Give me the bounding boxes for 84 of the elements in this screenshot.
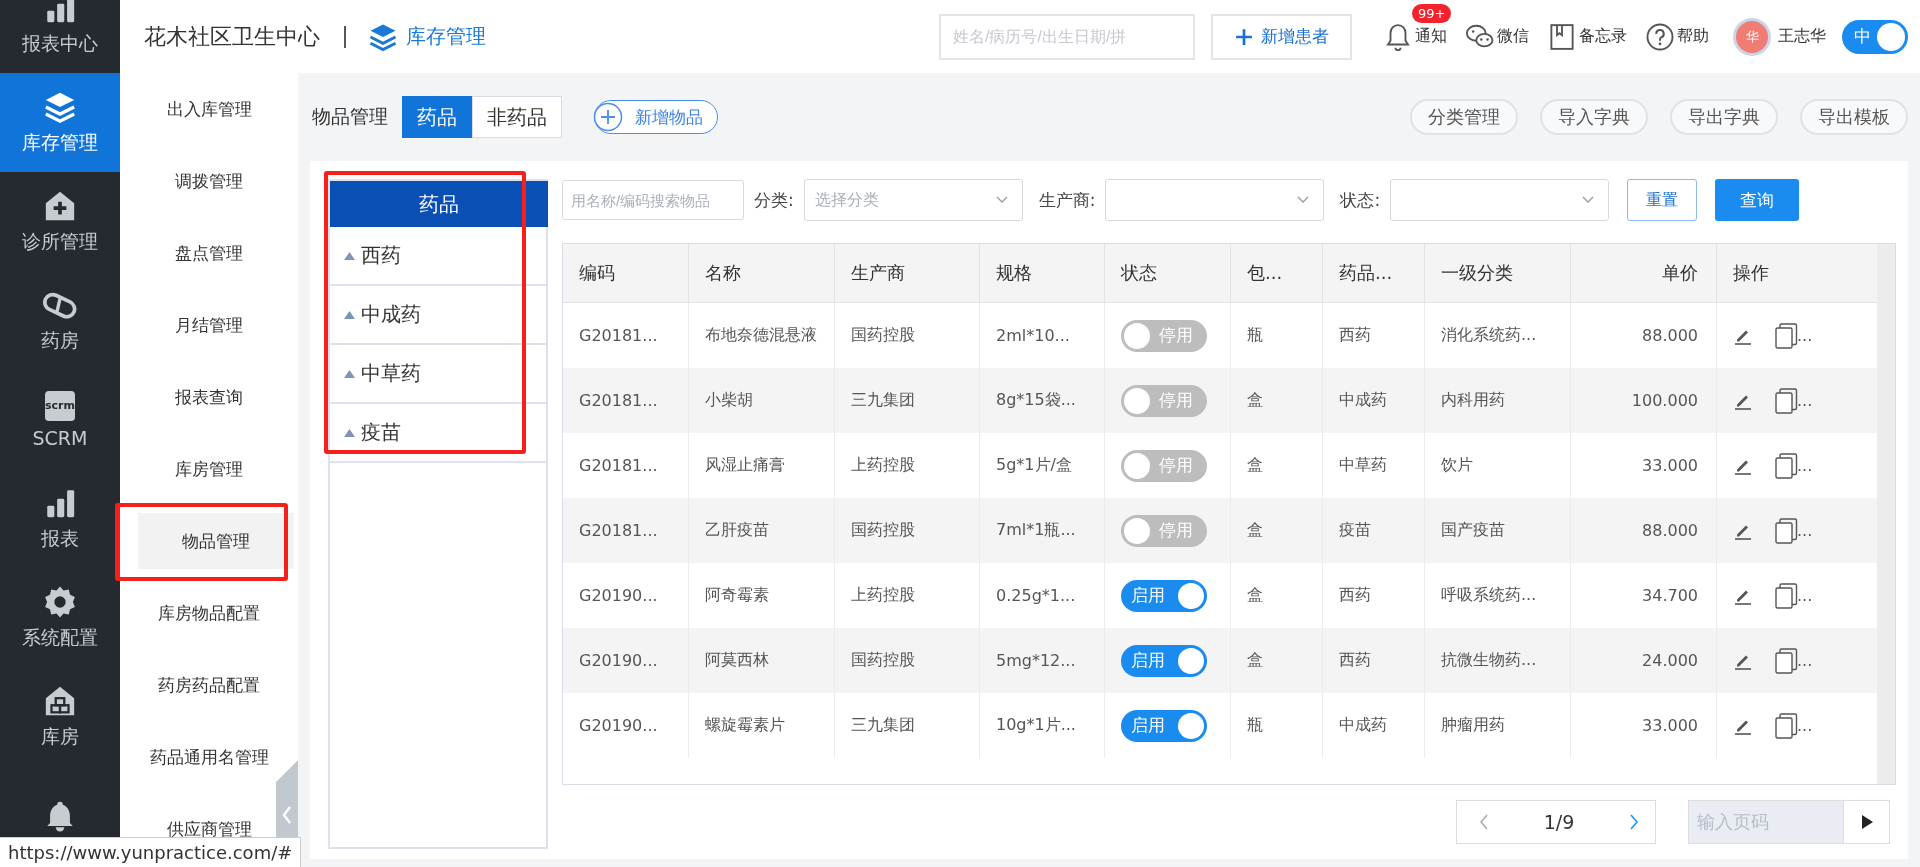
column-header: 药品... [1323,244,1425,303]
table-cell: 呼吸系统药... [1441,585,1537,606]
table-cell: G20190... [579,716,658,735]
table-cell: 瓶 [1247,325,1263,346]
table-cell: 瓶 [1247,715,1263,736]
table-cell: 上药控股 [851,585,915,606]
clinic-name: 花木社区卫生中心 [144,22,320,51]
table-cell: 100.000 [1631,391,1698,410]
filter-label: 生产商: [1038,188,1096,212]
table-cell: 三九集团 [851,390,915,411]
table-cell: G20181... [579,391,658,410]
table-cell: G20190... [579,586,658,605]
table-cell: 布地奈德混悬液 [705,325,817,346]
table-cell: G20190... [579,651,658,670]
table-cell: 33.000 [1642,456,1698,475]
column-header: 操作 [1717,244,1878,303]
table-cell: 5mg*12... [996,651,1076,670]
table-cell: 国产疫苗 [1441,520,1505,541]
table-cell: 西药 [1339,325,1371,346]
table-cell: G20181... [579,456,658,475]
table-cell: 消化系统药... [1441,325,1537,346]
page-title: 物品管理 [312,104,388,129]
table-cell: 上药控股 [851,455,915,476]
table-cell: 盒 [1247,520,1263,541]
table-cell: 盒 [1247,650,1263,671]
table-cell: 西药 [1339,585,1371,606]
page-indicator: 1/9 [1543,811,1575,833]
table-cell: 10g*1片... [996,715,1076,736]
overflow-text: ... [1797,586,1813,605]
table-cell: G20181... [579,521,658,540]
overflow-text: ... [1797,716,1813,735]
table-cell: 肿瘤用药 [1441,715,1505,736]
table-cell: 阿莫西林 [705,650,769,671]
table-cell: 7ml*1瓶... [996,520,1076,541]
scrm-icon: scrm [45,390,75,421]
column-header: 单价 [1571,244,1717,303]
table-cell: 国药控股 [851,650,915,671]
column-header: 名称 [689,244,835,303]
table-cell: 33.000 [1642,716,1698,735]
table-cell: 中成药 [1339,390,1387,411]
table-cell: 小柴胡 [705,390,753,411]
table-cell: 5g*1片/盒 [996,455,1072,476]
notification-badge: 99+ [1412,3,1452,23]
table-cell: 国药控股 [851,520,915,541]
table-cell: 螺旋霉素片 [705,715,785,736]
overflow-text: ... [1797,326,1813,345]
table-cell: 内科用药 [1441,390,1505,411]
module-title: 库存管理 [406,23,486,50]
overflow-text: ... [1797,521,1813,540]
table-cell: 盒 [1247,455,1263,476]
table-cell: 国药控股 [851,325,915,346]
column-header: 生产商 [835,244,980,303]
url-tooltip: https://www.yunpractice.com/# [0,837,302,867]
column-header: 编码 [563,244,689,303]
table-cell: 三九集团 [851,715,915,736]
tree-header: 药品 [330,181,548,227]
table-cell: 2ml*10... [996,326,1070,345]
filter-label: 状态: [1340,188,1381,212]
table-cell: 风湿止痛膏 [705,455,785,476]
table-cell: 8g*15袋... [996,390,1076,411]
overflow-text: ... [1797,456,1813,475]
table-cell: 88.000 [1642,521,1698,540]
table-cell: 88.000 [1642,326,1698,345]
table-cell: 盒 [1247,390,1263,411]
overflow-text: ... [1797,391,1813,410]
column-header: 一级分类 [1425,244,1571,303]
table-cell: 盒 [1247,585,1263,606]
table-cell: G20181... [579,326,658,345]
table-cell: 中成药 [1339,715,1387,736]
table-cell: 阿奇霉素 [705,585,769,606]
table-cell: 34.700 [1642,586,1698,605]
table-cell: 抗微生物药... [1441,650,1537,671]
column-header: 包... [1231,244,1323,303]
table-cell: 乙肝疫苗 [705,520,769,541]
filter-label: 分类: [754,188,794,212]
table-cell: 饮片 [1441,455,1473,476]
table-cell: 0.25g*1... [996,586,1076,605]
overflow-text: ... [1797,651,1813,670]
table-cell: 西药 [1339,650,1371,671]
table-cell: 24.000 [1642,651,1698,670]
table-cell: 中草药 [1339,455,1387,476]
column-header: 规格 [980,244,1105,303]
table-cell: 疫苗 [1339,520,1371,541]
column-header: 状态 [1105,244,1231,303]
